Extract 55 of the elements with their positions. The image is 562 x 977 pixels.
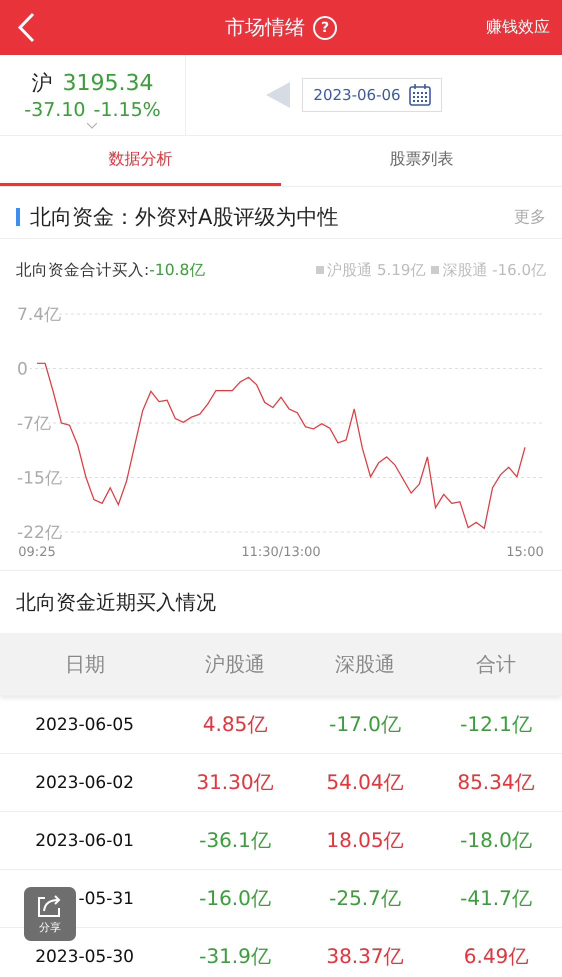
table-title: 北向资金近期买入情况 [15, 588, 217, 616]
x-axis-label: 09:25 [18, 545, 56, 560]
date-picker[interactable]: 2023-06-06 [302, 78, 442, 112]
amount-cell-text: 38.37亿 [325, 943, 405, 970]
amount-cell-text: 85.34亿 [456, 769, 536, 796]
y-axis-label: -15亿 [17, 468, 62, 488]
index-name: 沪 [32, 70, 52, 97]
amount-cell-text: 54.04亿 [325, 769, 405, 796]
amount-cell-text: -31.9亿 [198, 943, 272, 970]
total-buy-label: 北向资金合计买入: [16, 260, 150, 280]
legend-item: 深股通 -16.0亿 [431, 260, 546, 280]
profit-effect-link[interactable]: 赚钱效应 [486, 17, 550, 38]
amount-cell-text: 31.30亿 [195, 769, 275, 796]
index-value: 3195.34 [62, 71, 154, 96]
y-axis-label: 7.4亿 [17, 305, 62, 325]
x-axis-label: 15:00 [506, 545, 544, 560]
section-title: 北向资金：外资对A股评级为中性 [30, 204, 338, 231]
y-axis-label: -7亿 [17, 414, 51, 434]
column-header: 合计 [475, 650, 517, 678]
help-icon[interactable]: ? [313, 16, 337, 40]
tab[interactable]: 数据分析 [0, 136, 281, 186]
chevron-down-icon[interactable] [87, 123, 97, 129]
amount-cell-text: -12.1亿 [459, 711, 533, 738]
index-percent: -1.15% [94, 99, 161, 121]
date-cell: 2023-06-05 [35, 714, 134, 734]
column-header: 日期 [64, 650, 106, 678]
amount-cell-text: 4.85亿 [202, 711, 268, 738]
date-cell: 2023-06-01 [35, 830, 134, 850]
x-axis-label: 11:30/13:00 [241, 545, 321, 560]
legend-item: 沪股通 5.19亿 [316, 260, 426, 280]
amount-cell-text: 6.49亿 [462, 943, 530, 970]
y-axis-label: 0 [17, 360, 28, 380]
amount-cell-text: -17.0亿 [328, 711, 402, 738]
section-marker [16, 208, 20, 226]
date-cell: -05-31 [78, 888, 134, 908]
share-button[interactable]: 分享 [24, 887, 76, 941]
page-title: 市场情绪 [225, 14, 305, 41]
share-icon[interactable] [37, 894, 63, 918]
date-cell: 2023-05-30 [35, 946, 134, 966]
column-header: 沪股通 [204, 650, 266, 678]
amount-cell-text: -18.0亿 [459, 827, 533, 854]
date-cell: 2023-06-02 [35, 772, 134, 792]
amount-cell-text: -41.7亿 [459, 885, 533, 912]
y-axis-label: -22亿 [17, 523, 62, 543]
amount-cell-text: -36.1亿 [198, 827, 272, 854]
back-icon[interactable] [18, 12, 35, 43]
column-header: 深股通 [334, 650, 396, 678]
total-buy-value: -10.8亿 [149, 260, 206, 280]
amount-cell-text: 18.05亿 [325, 827, 405, 854]
tab[interactable]: 股票列表 [281, 136, 562, 186]
index-change: -37.10 [24, 99, 86, 121]
amount-cell-text: -16.0亿 [198, 885, 272, 912]
calendar-icon[interactable] [408, 84, 431, 106]
amount-cell-text: -25.7亿 [328, 885, 402, 912]
more-link[interactable]: 更多 [514, 206, 546, 228]
